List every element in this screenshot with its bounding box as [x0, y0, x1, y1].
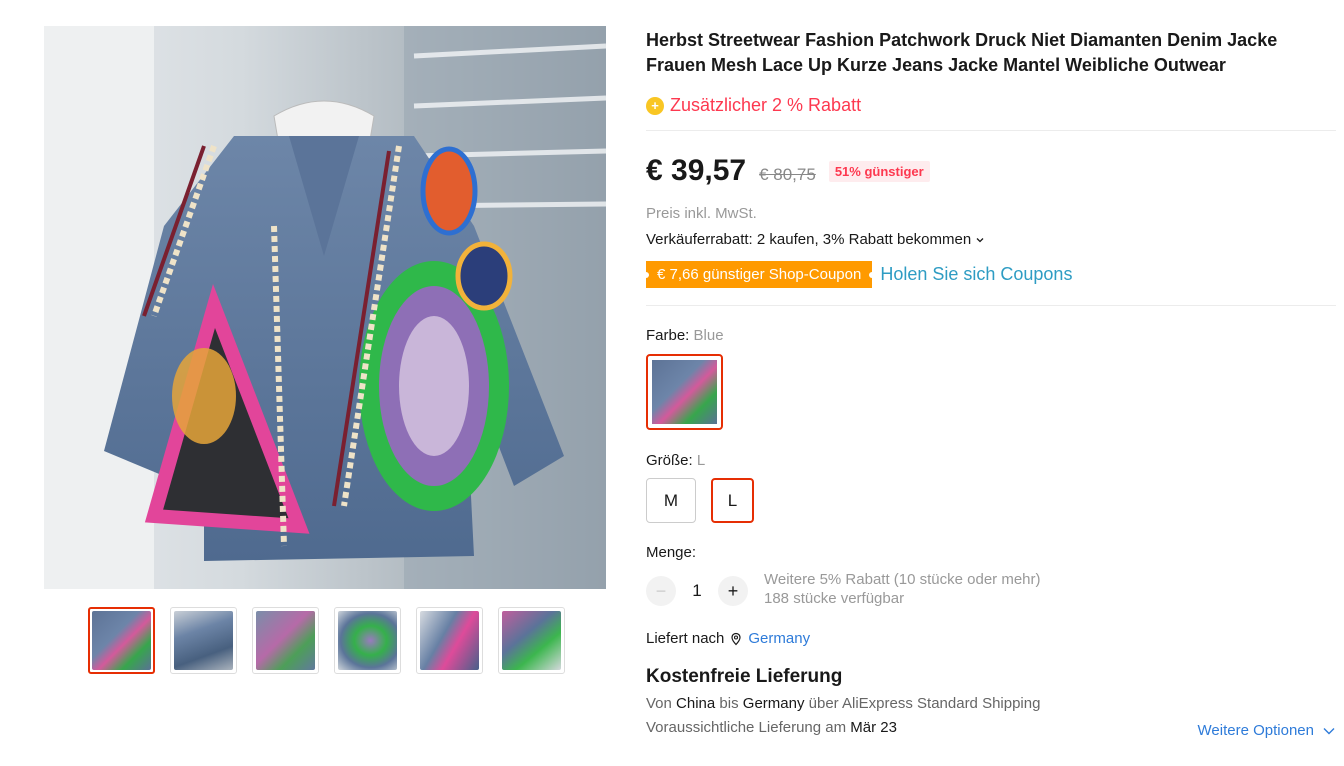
ship-to-row: Liefert nach Germany [646, 630, 1336, 647]
color-swatch-blue[interactable] [646, 354, 723, 430]
price-row: € 39,57 € 80,75 51% günstiger [646, 154, 1336, 188]
size-label-row: Größe: L [646, 452, 1336, 469]
route-to-word: bis [719, 695, 739, 712]
location-pin-icon [731, 632, 741, 645]
divider [646, 130, 1336, 131]
extra-discount: + Zusätzlicher 2 % Rabatt [646, 95, 1336, 116]
quantity-label: Menge: [646, 544, 697, 561]
color-label-row: Farbe: Blue [646, 327, 1336, 344]
divider [646, 305, 1336, 306]
route-via: über AliExpress Standard Shipping [808, 695, 1041, 712]
thumbnail-5[interactable] [416, 607, 483, 674]
chevron-down-icon [976, 237, 984, 242]
stock-note: 188 stücke verfügbar [764, 590, 905, 607]
get-coupons-link[interactable]: Holen Sie sich Coupons [880, 264, 1072, 285]
current-price: € 39,57 [646, 154, 747, 187]
chevron-down-icon [1323, 727, 1335, 734]
shop-coupon-badge[interactable]: € 7,66 günstiger Shop-Coupon [646, 261, 873, 288]
original-price: € 80,75 [759, 165, 816, 184]
eta-label: Voraussichtliche Lieferung am [646, 719, 847, 736]
extra-discount-text: Zusätzlicher 2 % Rabatt [670, 95, 862, 115]
shipping-route: Von China bis Germany über AliExpress St… [646, 695, 1336, 712]
discount-badge: 51% günstiger [828, 161, 930, 182]
quantity-value[interactable]: 1 [686, 576, 708, 606]
main-product-image[interactable] [44, 26, 606, 589]
product-info-panel: Herbst Streetwear Fashion Patchwork Druc… [646, 28, 1336, 739]
route-from: China [676, 695, 716, 712]
seller-discount-text: Verkäuferrabatt: 2 kaufen, 3% Rabatt bek… [646, 231, 972, 248]
bulk-discount-note: Weitere 5% Rabatt (10 stücke oder mehr) [764, 571, 1041, 588]
tax-note: Preis inkl. MwSt. [646, 205, 757, 222]
size-option-m[interactable]: M [646, 478, 696, 523]
route-to: Germany [742, 695, 805, 712]
quantity-notes: Weitere 5% Rabatt (10 stücke oder mehr) … [764, 570, 1041, 608]
more-options-label: Weitere Optionen [1197, 722, 1314, 739]
size-value: L [696, 452, 706, 469]
color-label: Farbe: [646, 327, 690, 344]
increase-quantity-button[interactable]: + [718, 576, 748, 606]
thumbnail-1[interactable] [88, 607, 155, 674]
color-value: Blue [693, 327, 724, 344]
thumbnail-strip [88, 607, 565, 674]
seller-discount-dropdown[interactable]: Verkäuferrabatt: 2 kaufen, 3% Rabatt bek… [646, 231, 1336, 248]
route-from-word: Von [646, 695, 672, 712]
size-label: Größe: [646, 452, 693, 469]
product-title: Herbst Streetwear Fashion Patchwork Druc… [646, 30, 1278, 75]
thumbnail-3[interactable] [252, 607, 319, 674]
more-options-link[interactable]: Weitere Optionen [1198, 722, 1336, 739]
thumbnail-4[interactable] [334, 607, 401, 674]
decrease-quantity-button[interactable]: − [646, 576, 676, 606]
size-option-l[interactable]: L [711, 478, 754, 523]
eta-date: Mär 23 [850, 719, 897, 736]
quantity-stepper: − 1 + Weitere 5% Rabatt (10 stücke oder … [646, 571, 1336, 608]
delivery-estimate-row: Voraussichtliche Lieferung am Mär 23 Wei… [646, 719, 1336, 739]
coupon-row: € 7,66 günstiger Shop-Coupon Holen Sie s… [646, 261, 1336, 288]
thumbnail-2[interactable] [170, 607, 237, 674]
ship-to-country-link[interactable]: Germany [748, 630, 810, 647]
free-shipping-title: Kostenfreie Lieferung [646, 666, 843, 687]
thumbnail-6[interactable] [498, 607, 565, 674]
size-options: M L [646, 478, 1336, 523]
ship-to-label: Liefert nach [646, 630, 725, 647]
coin-icon: + [646, 96, 664, 115]
delivery-estimate: Voraussichtliche Lieferung am Mär 23 [646, 719, 897, 736]
